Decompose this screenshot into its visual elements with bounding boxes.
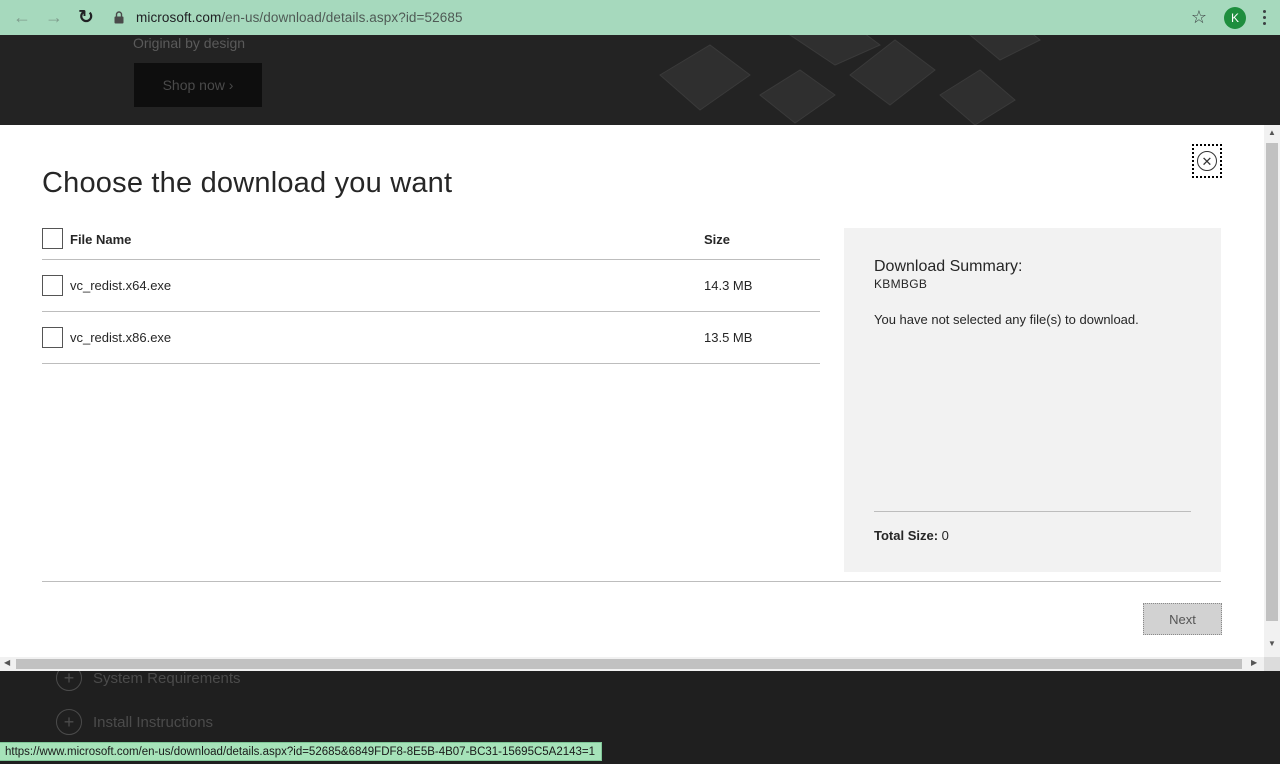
file-checkbox[interactable] bbox=[42, 327, 63, 348]
vertical-scroll-thumb[interactable] bbox=[1266, 143, 1278, 621]
file-size: 13.5 MB bbox=[704, 330, 753, 345]
file-name: vc_redist.x64.exe bbox=[70, 278, 172, 293]
file-checkbox[interactable] bbox=[42, 275, 63, 296]
scroll-down-icon[interactable]: ▼ bbox=[1268, 639, 1276, 648]
star-icon: ☆ bbox=[1190, 7, 1208, 27]
forward-button[interactable]: → bbox=[38, 2, 70, 34]
download-summary-panel: Download Summary: KBMBGB You have not se… bbox=[844, 228, 1221, 572]
url-text: microsoft.com/en-us/download/details.asp… bbox=[136, 10, 463, 25]
status-bar-url: https://www.microsoft.com/en-us/download… bbox=[0, 742, 603, 761]
download-dialog: ✕ Choose the download you want File Name… bbox=[0, 125, 1264, 657]
summary-title: Download Summary: bbox=[874, 258, 1023, 275]
scroll-up-icon[interactable]: ▲ bbox=[1268, 128, 1276, 137]
bookmark-button[interactable]: ☆ bbox=[1184, 3, 1214, 33]
next-button[interactable]: Next bbox=[1143, 603, 1222, 635]
kebab-menu-icon[interactable] bbox=[1254, 10, 1274, 25]
scroll-left-icon[interactable]: ◀ bbox=[4, 658, 10, 667]
total-size-label: Total Size: bbox=[874, 528, 939, 543]
horizontal-scroll-thumb[interactable] bbox=[16, 659, 1242, 669]
reload-icon: ↻ bbox=[78, 7, 94, 28]
section-label: System Requirements bbox=[93, 669, 241, 687]
background-hero: Original by design Shop now › bbox=[0, 35, 1280, 125]
file-table: File Name Size vc_redist.x64.exe 14.3 MB… bbox=[42, 228, 820, 364]
url-host: microsoft.com bbox=[136, 10, 222, 25]
close-button[interactable]: ✕ bbox=[1192, 144, 1222, 178]
section-label: Install Instructions bbox=[93, 713, 214, 731]
laptops-image bbox=[659, 35, 1041, 125]
dialog-title: Choose the download you want bbox=[42, 167, 453, 199]
close-icon: ✕ bbox=[1197, 151, 1217, 171]
header-size: Size bbox=[704, 232, 731, 247]
address-bar[interactable]: microsoft.com/en-us/download/details.asp… bbox=[110, 4, 1184, 32]
vertical-scrollbar[interactable]: ▲ ▼ bbox=[1264, 125, 1280, 657]
arrow-right-icon: → bbox=[45, 7, 63, 27]
lock-icon bbox=[110, 11, 128, 24]
profile-avatar[interactable]: K bbox=[1224, 6, 1246, 29]
horizontal-scrollbar[interactable]: ◀ ▶ bbox=[0, 657, 1264, 671]
table-row[interactable]: vc_redist.x86.exe 13.5 MB bbox=[42, 312, 820, 364]
install-instructions-section: + Install Instructions bbox=[56, 709, 213, 735]
total-size-value: 0 bbox=[941, 528, 949, 543]
table-row[interactable]: vc_redist.x64.exe 14.3 MB bbox=[42, 260, 820, 312]
browser-toolbar: ← → ↻ microsoft.com/en-us/download/detai… bbox=[0, 0, 1280, 35]
back-button[interactable]: ← bbox=[6, 2, 38, 34]
header-file-name: File Name bbox=[70, 232, 132, 247]
hero-tagline: Original by design bbox=[133, 35, 246, 51]
plus-circle-icon: + bbox=[56, 709, 82, 735]
reload-button[interactable]: ↻ bbox=[70, 2, 102, 34]
table-header: File Name Size bbox=[42, 228, 820, 260]
shop-now-button: Shop now › bbox=[134, 63, 262, 107]
dialog-divider bbox=[42, 581, 1221, 582]
scroll-right-icon[interactable]: ▶ bbox=[1251, 658, 1257, 667]
summary-message: You have not selected any file(s) to dow… bbox=[874, 312, 1139, 327]
url-path: /en-us/download/details.aspx?id=52685 bbox=[221, 10, 463, 25]
arrow-left-icon: ← bbox=[13, 7, 31, 27]
summary-code: KBMBGB bbox=[874, 277, 928, 291]
file-size: 14.3 MB bbox=[704, 278, 753, 293]
total-size: Total Size: 0 bbox=[874, 528, 949, 543]
scrollbar-corner bbox=[1264, 657, 1280, 671]
summary-divider bbox=[874, 511, 1191, 512]
file-name: vc_redist.x86.exe bbox=[70, 330, 172, 345]
select-all-checkbox[interactable] bbox=[42, 228, 63, 249]
